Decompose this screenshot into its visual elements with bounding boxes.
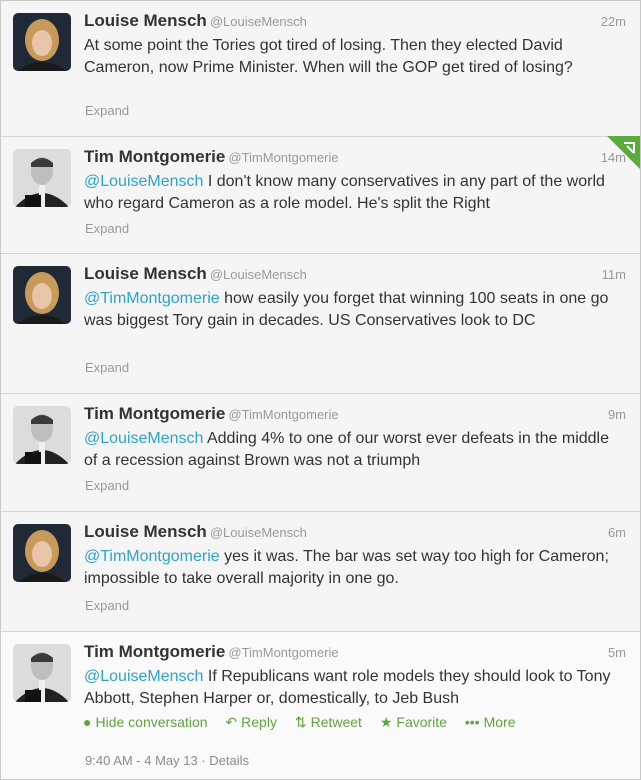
- author-handle[interactable]: @LouiseMensch: [210, 267, 307, 282]
- avatar[interactable]: [13, 524, 71, 582]
- timestamp[interactable]: 9m: [608, 407, 626, 422]
- favorite-button[interactable]: ★ Favorite: [380, 714, 447, 731]
- tweet-text: @TimMontgomerie yes it was. The bar was …: [84, 548, 609, 587]
- tweet-item[interactable]: Louise Mensch @LouiseMensch 22m At some p…: [1, 1, 640, 137]
- timestamp[interactable]: 5m: [608, 645, 626, 660]
- author-name[interactable]: Tim Montgomerie @TimMontgomerie: [84, 642, 339, 662]
- tweet-text: @LouiseMensch If Republicans want role m…: [84, 668, 611, 707]
- more-button[interactable]: ••• More: [465, 714, 516, 730]
- tweet-item[interactable]: Tim Montgomerie @TimMontgomerie 9m @Louis…: [1, 394, 640, 512]
- tweet-actions: ● Hide conversation ↶ Reply ⇅ Retweet ★ Favo…: [83, 714, 529, 731]
- tweet-text: At some point the Tories got tired of lo…: [84, 37, 573, 76]
- author-handle[interactable]: @TimMontgomerie: [228, 645, 338, 660]
- footer-separator: ·: [197, 753, 210, 768]
- avatar[interactable]: [13, 266, 71, 324]
- timestamp[interactable]: 14m: [601, 150, 626, 165]
- tweet-item[interactable]: Louise Mensch @LouiseMensch 11m @TimMontg…: [1, 254, 640, 394]
- conversation-thread: Louise Mensch @LouiseMensch 22m At some p…: [0, 0, 641, 780]
- author-name[interactable]: Tim Montgomerie @TimMontgomerie: [84, 404, 339, 424]
- author-name[interactable]: Tim Montgomerie @TimMontgomerie: [84, 147, 339, 167]
- author-name[interactable]: Louise Mensch @LouiseMensch: [84, 11, 307, 31]
- author-name[interactable]: Louise Mensch @LouiseMensch: [84, 264, 307, 284]
- ellipsis-icon: •••: [464, 714, 480, 730]
- full-timestamp[interactable]: 9:40 AM - 4 May 13: [85, 753, 198, 768]
- timestamp[interactable]: 6m: [608, 525, 626, 540]
- speech-bubble-icon: ●: [83, 714, 92, 730]
- author-name[interactable]: Louise Mensch @LouiseMensch: [84, 522, 307, 542]
- avatar[interactable]: [13, 13, 71, 71]
- expand-link[interactable]: Expand: [85, 221, 129, 236]
- tweet-item-expanded[interactable]: Tim Montgomerie @TimMontgomerie 5m @Louis…: [1, 632, 640, 779]
- timestamp[interactable]: 22m: [601, 14, 626, 29]
- author-handle[interactable]: @LouiseMensch: [210, 14, 307, 29]
- retweet-icon: ⇅: [294, 714, 307, 730]
- mention-link[interactable]: @LouiseMensch: [84, 430, 203, 447]
- mention-link[interactable]: @TimMontgomerie: [84, 548, 220, 565]
- tweet-item[interactable]: Tim Montgomerie @TimMontgomerie 14m @Loui…: [1, 136, 640, 254]
- expand-link[interactable]: Expand: [85, 598, 129, 613]
- expand-link[interactable]: Expand: [85, 360, 129, 375]
- reply-arrow-icon: ↶: [225, 714, 238, 730]
- mention-link[interactable]: @LouiseMensch: [84, 668, 203, 685]
- expand-link[interactable]: Expand: [85, 103, 129, 118]
- expand-link[interactable]: Expand: [85, 478, 129, 493]
- hide-conversation-button[interactable]: ● Hide conversation: [83, 714, 208, 730]
- author-handle[interactable]: @TimMontgomerie: [228, 407, 338, 422]
- details-link[interactable]: Details: [209, 753, 249, 768]
- mention-link[interactable]: @LouiseMensch: [84, 173, 203, 190]
- author-handle[interactable]: @TimMontgomerie: [228, 150, 338, 165]
- avatar[interactable]: [13, 644, 71, 702]
- timestamp[interactable]: 11m: [602, 267, 626, 282]
- author-handle[interactable]: @LouiseMensch: [210, 525, 307, 540]
- mention-link[interactable]: @TimMontgomerie: [84, 290, 220, 307]
- avatar[interactable]: [13, 149, 71, 207]
- tweet-text: @LouiseMensch I don't know many conserva…: [84, 173, 605, 212]
- star-icon: ★: [379, 714, 393, 730]
- tweet-text: @TimMontgomerie how easily you forget th…: [84, 290, 609, 329]
- retweet-button[interactable]: ⇅ Retweet: [295, 714, 362, 731]
- tweet-footer: 9:40 AM - 4 May 13 · Details: [85, 753, 249, 768]
- avatar[interactable]: [13, 406, 71, 464]
- reply-button[interactable]: ↶ Reply: [225, 714, 277, 731]
- tweet-text: @LouiseMensch Adding 4% to one of our wo…: [84, 430, 609, 469]
- tweet-item[interactable]: Louise Mensch @LouiseMensch 6m @TimMontgo…: [1, 512, 640, 632]
